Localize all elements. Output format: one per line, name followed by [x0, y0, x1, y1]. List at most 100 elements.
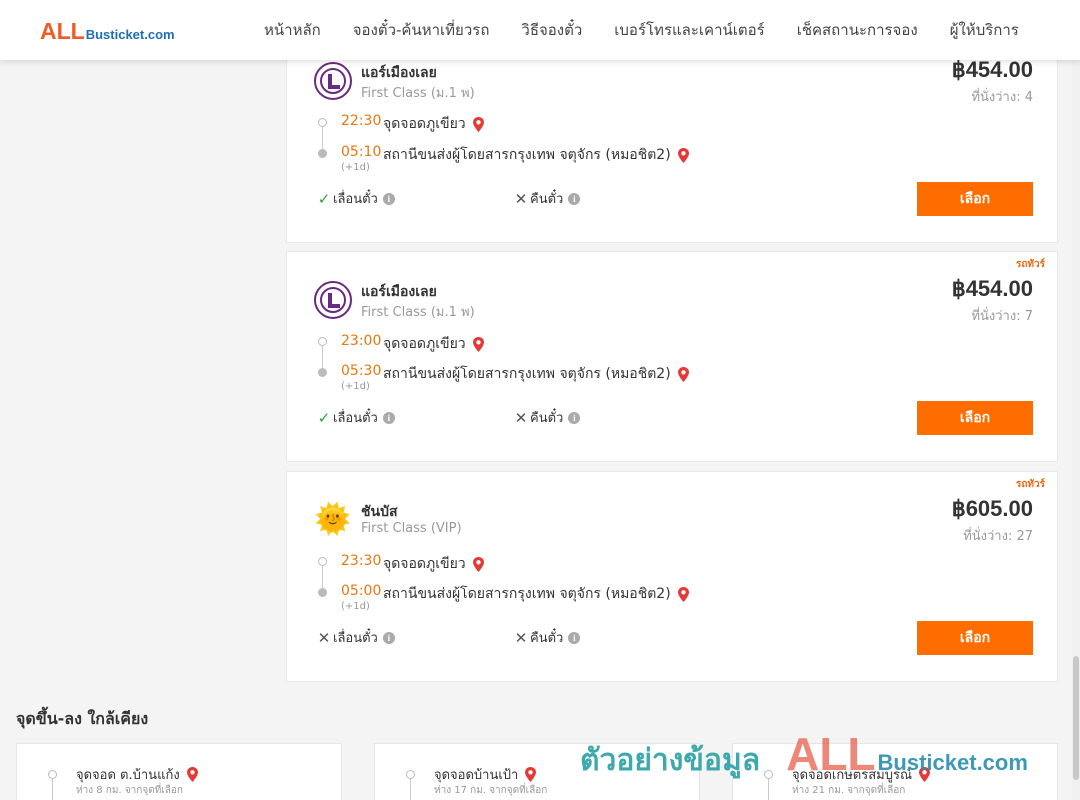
operator-name: ชันบัส — [361, 504, 398, 520]
seats-available: ที่นั่งว่าง: 27 — [963, 529, 1033, 544]
arrive-stop-name: สถานีขนส่งผู้โดยสารกรุงเทพ จตุจักร (หมอช… — [383, 586, 671, 602]
depart-stop[interactable]: จุดจอดภูเขียว — [383, 333, 484, 355]
nav-phone-counters[interactable]: เบอร์โทรและเคาน์เตอร์ — [598, 18, 780, 42]
map-pin-icon[interactable] — [472, 556, 484, 572]
info-icon[interactable]: i — [568, 631, 581, 644]
plus-day: (+1d) — [341, 601, 370, 612]
select-button[interactable]: เลือก — [917, 182, 1033, 216]
change-policy: ✕ เลื่อนตั๋ว i — [317, 627, 395, 648]
map-pin-icon[interactable] — [472, 116, 484, 132]
info-icon[interactable]: i — [382, 411, 395, 424]
trip-price: ฿454.00 — [951, 57, 1033, 82]
nearby-stop-distance: ห่าง 17 กม. จากจุดที่เลือก — [434, 785, 548, 796]
arrive-stop[interactable]: สถานีขนส่งผู้โดยสารกรุงเทพ จตุจักร (หมอช… — [383, 583, 689, 605]
trip-price: ฿454.00 — [951, 276, 1033, 301]
seats-available: ที่นั่งว่าง: 7 — [971, 309, 1033, 324]
bus-class: First Class (VIP) — [361, 521, 462, 536]
sun-logo-icon: 🌞 — [314, 501, 352, 539]
scrollbar-thumb[interactable] — [1073, 656, 1079, 780]
timeline-line — [322, 127, 323, 149]
depart-stop[interactable]: จุดจอดภูเขียว — [383, 113, 484, 135]
trip-card: รถทัวร์ แอร์เมืองเลย First Class (ม.1 พ)… — [286, 251, 1058, 462]
map-pin-icon[interactable] — [186, 767, 198, 782]
nearby-stop-label: จุดจอดเกษตรสมบูรณ์ — [792, 768, 913, 783]
coach-tag: รถทัวร์ — [1015, 259, 1045, 270]
timeline-line — [322, 346, 323, 368]
refund-policy: ✕ คืนตั๋ว i — [514, 627, 581, 648]
site-logo[interactable]: ALL Busticket.com — [40, 18, 175, 45]
arrive-time: 05:00 — [341, 583, 382, 599]
page-scrollbar[interactable] — [1072, 60, 1080, 800]
map-pin-icon[interactable] — [677, 586, 689, 602]
refund-policy: ✕ คืนตั๋ว i — [514, 188, 581, 209]
bus-class: First Class (ม.1 พ) — [361, 86, 475, 101]
nearby-stop-label: จุดจอด ต.บ้านแก้ง — [76, 768, 180, 783]
depart-time: 22:30 — [341, 113, 382, 129]
nearby-stop-card[interactable]: จุดจอดเกษตรสมบูรณ์ ห่าง 21 กม. จากจุดที่… — [732, 743, 1058, 800]
coach-tag: รถทัวร์ — [1015, 479, 1045, 490]
bus-class: First Class (ม.1 พ) — [361, 305, 475, 320]
timeline-dot — [48, 770, 57, 779]
main-nav: หน้าหลัก จองตั๋ว-ค้นหาเที่ยวรถ วิธีจองตั… — [248, 0, 1035, 60]
plus-day: (+1d) — [341, 162, 370, 173]
info-icon[interactable]: i — [568, 411, 581, 424]
arrive-time: 05:10 — [341, 144, 382, 160]
select-button[interactable]: เลือก — [917, 621, 1033, 655]
seats-available: ที่นั่งว่าง: 4 — [971, 90, 1033, 105]
timeline-end-dot — [318, 149, 327, 158]
map-pin-icon[interactable] — [472, 336, 484, 352]
arrive-stop[interactable]: สถานีขนส่งผู้โดยสารกรุงเทพ จตุจักร (หมอช… — [383, 144, 689, 166]
trip-price: ฿605.00 — [951, 496, 1033, 521]
arrive-stop[interactable]: สถานีขนส่งผู้โดยสารกรุงเทพ จตุจักร (หมอช… — [383, 363, 689, 385]
change-label: เลื่อนตั๋ว — [333, 631, 378, 646]
nearby-stop-label: จุดจอดบ้านเป้า — [434, 768, 519, 783]
change-policy: ✓ เลื่อนตั๋ว i — [317, 407, 395, 428]
timeline-dot — [764, 770, 773, 779]
timeline-end-dot — [318, 588, 327, 597]
timeline-start-dot — [318, 118, 327, 127]
nav-how-to-book[interactable]: วิธีจองตั๋ว — [505, 18, 598, 42]
cross-icon: ✕ — [514, 628, 528, 647]
arrive-stop-name: สถานีขนส่งผู้โดยสารกรุงเทพ จตุจักร (หมอช… — [383, 366, 671, 382]
logo-busticket-text: Busticket.com — [85, 27, 175, 42]
timeline-start-dot — [318, 337, 327, 346]
timeline-line — [52, 779, 53, 800]
info-icon[interactable]: i — [382, 631, 395, 644]
plus-day: (+1d) — [341, 381, 370, 392]
map-pin-icon[interactable] — [525, 767, 537, 782]
change-label: เลื่อนตั๋ว — [333, 192, 378, 207]
map-pin-icon[interactable] — [919, 767, 931, 782]
timeline-line — [410, 779, 411, 800]
operator-name: แอร์เมืองเลย — [361, 65, 437, 81]
info-icon[interactable]: i — [382, 192, 395, 205]
nav-operators[interactable]: ผู้ให้บริการ — [934, 18, 1035, 42]
refund-label: คืนตั๋ว — [530, 631, 564, 646]
map-pin-icon[interactable] — [677, 366, 689, 382]
refund-label: คืนตั๋ว — [530, 411, 564, 426]
trip-card: รถทัวร์ 🌞 ชันบัส First Class (VIP) ฿605.… — [286, 471, 1058, 682]
depart-stop[interactable]: จุดจอดภูเขียว — [383, 553, 484, 575]
cross-icon: ✕ — [317, 628, 331, 647]
depart-stop-name: จุดจอดภูเขียว — [383, 116, 466, 132]
depart-stop-name: จุดจอดภูเขียว — [383, 336, 466, 352]
nearby-stop-name: จุดจอดเกษตรสมบูรณ์ — [792, 764, 931, 785]
nearby-stop-card[interactable]: จุดจอด ต.บ้านแก้ง ห่าง 8 กม. จากจุดที่เล… — [16, 743, 342, 800]
refund-policy: ✕ คืนตั๋ว i — [514, 407, 581, 428]
nav-check-booking[interactable]: เช็คสถานะการจอง — [781, 18, 934, 42]
nav-book-search[interactable]: จองตั๋ว-ค้นหาเที่ยวรถ — [337, 18, 506, 42]
operator-logo — [314, 281, 352, 319]
nearby-stop-card[interactable]: จุดจอดบ้านเป้า ห่าง 17 กม. จากจุดที่เลือ… — [374, 743, 700, 800]
operator-logo — [314, 62, 352, 100]
nearby-stop-distance: ห่าง 8 กม. จากจุดที่เลือก — [76, 785, 183, 796]
logo-all-text: ALL — [40, 18, 85, 44]
site-header: ALL Busticket.com หน้าหลัก จองตั๋ว-ค้นหา… — [0, 0, 1080, 60]
nav-home[interactable]: หน้าหลัก — [248, 18, 337, 42]
depart-stop-name: จุดจอดภูเขียว — [383, 556, 466, 572]
select-button[interactable]: เลือก — [917, 401, 1033, 435]
timeline-line — [768, 779, 769, 800]
info-icon[interactable]: i — [568, 192, 581, 205]
operator-name: แอร์เมืองเลย — [361, 284, 437, 300]
map-pin-icon[interactable] — [677, 147, 689, 163]
change-policy: ✓ เลื่อนตั๋ว i — [317, 188, 395, 209]
refund-label: คืนตั๋ว — [530, 192, 564, 207]
